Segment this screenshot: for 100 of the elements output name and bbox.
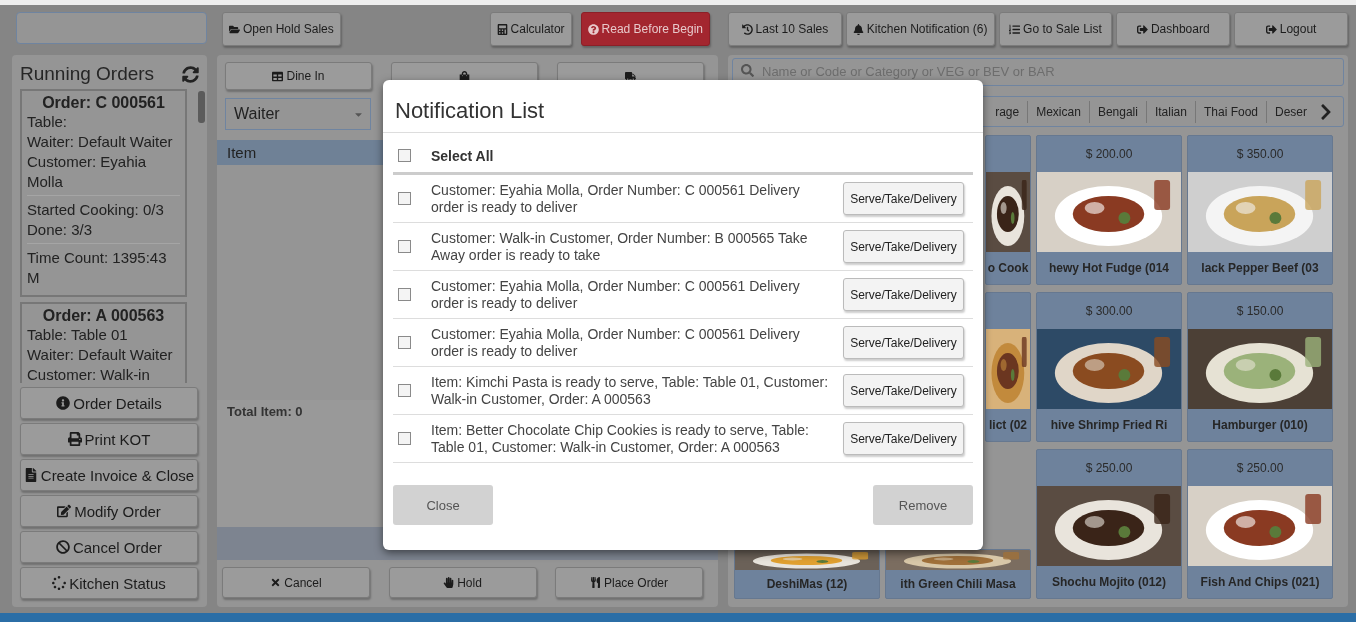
order-detail: Done: 3/3 [27, 220, 94, 240]
order-action-button[interactable]: Cancel Order [20, 531, 198, 563]
item-name: DeshiMas (12) [765, 576, 849, 593]
item-name: Shochu Mojito (012) [1051, 574, 1167, 591]
order-action-button[interactable]: Create Invoice & Close [20, 459, 198, 491]
category-tab[interactable]: Mexican [1027, 100, 1089, 123]
checkbox[interactable] [398, 149, 411, 162]
item-price: $ 300.00 [1084, 303, 1134, 320]
order-button[interactable]: Place Order [555, 567, 703, 598]
toolbar-button[interactable]: Read Before Begin [580, 12, 710, 46]
spinner-icon [52, 576, 67, 590]
dialog-title: Notification List [383, 80, 983, 133]
truck-icon [625, 71, 636, 82]
table-icon [272, 70, 284, 82]
item-price: $ 250.00 [1235, 460, 1285, 477]
item-name: lack Pepper Beef (03 [1200, 260, 1320, 277]
document-icon [23, 468, 38, 482]
toolbar-button[interactable]: Logout [1234, 12, 1348, 46]
item-price: $ 200.00 [1084, 146, 1134, 163]
menu-item-card[interactable]: lict (02 [985, 292, 1031, 442]
checkbox[interactable] [398, 240, 411, 253]
menu-item-card[interactable]: $ 350.00 lack Pepper Beef (03 [1187, 135, 1333, 285]
toolbar-button[interactable]: Kitchen Notification (6) [845, 12, 995, 46]
order-button[interactable]: Hold [388, 567, 537, 598]
close-icon [270, 577, 282, 588]
toolbar-button[interactable]: Calculator [489, 12, 572, 46]
order-card[interactable]: Order: C 000561 Table: Waiter: Default Waiter Customer: Eyahia Molla Started Cooking: 0/3 Done: 3/3 Time Count: 1395:43 M [20, 89, 187, 297]
dialog-button[interactable]: Remove [873, 485, 973, 525]
item-name: lict (02 [988, 417, 1028, 434]
item-price: $ 250.00 [1084, 460, 1134, 477]
notification-text: Customer: Eyahia Molla, Order Number: C 000561 Delivery order is ready to deliver [430, 181, 801, 216]
print-icon [67, 432, 82, 446]
menu-item-card[interactable]: $ 250.00 Fish And Chips (021) [1187, 449, 1333, 599]
toolbar-button[interactable]: Dashboard [1116, 12, 1231, 46]
item-name: hive Shrimp Fried Ri [1049, 417, 1169, 434]
category-tab[interactable]: Deser [1266, 100, 1315, 123]
toolbar-button[interactable]: Open Hold Sales [222, 12, 341, 46]
menu-item-card[interactable]: ith Green Chili Masa [885, 549, 1031, 599]
checkbox[interactable] [398, 192, 411, 205]
search-field[interactable] [16, 12, 207, 44]
order-action-button[interactable]: Print KOT [20, 423, 198, 455]
menu-item-card[interactable]: $ 250.00 Shochu Mojito (012) [1036, 449, 1182, 599]
category-tab[interactable]: rage [987, 100, 1028, 123]
checkbox[interactable] [398, 384, 411, 397]
checkbox[interactable] [398, 336, 411, 349]
menu-item-card[interactable]: DeshiMas (12) [734, 549, 880, 599]
hand-icon [443, 577, 455, 588]
history-icon [741, 23, 753, 35]
edit-icon [57, 504, 72, 518]
menu-item-card[interactable]: $ 300.00 hive Shrimp Fried Ri [1036, 292, 1182, 442]
refresh-icon[interactable] [182, 65, 199, 83]
item-price: $ 150.00 [1235, 303, 1285, 320]
utensils-icon [590, 577, 601, 588]
dialog-button[interactable]: Close [393, 485, 493, 525]
order-title: Order: C 000561 [41, 94, 166, 112]
order-detail: Waiter: Default Waiter [27, 345, 174, 365]
checkbox[interactable] [398, 288, 411, 301]
order-detail: Table: Table 01 [27, 325, 129, 345]
order-button[interactable]: Cancel [222, 567, 370, 598]
item-price: $ 350.00 [1235, 146, 1285, 163]
menu-item-card[interactable]: $ 200.00 hewy Hot Fudge (014 [1036, 135, 1182, 285]
order-action-button[interactable]: Kitchen Status [20, 567, 198, 599]
order-detail: Customer: Eyahia Molla [27, 152, 148, 192]
order-action-button[interactable]: Order Details [20, 387, 198, 419]
toolbar-button[interactable]: Last 10 Sales [728, 12, 842, 46]
menu-item-card[interactable]: o Cook [985, 135, 1031, 285]
checkbox[interactable] [398, 432, 411, 445]
info-icon [56, 396, 71, 410]
item-name: Fish And Chips (021) [1199, 574, 1321, 591]
scrollbar-thumb[interactable] [198, 91, 205, 123]
calculator-icon [496, 23, 508, 35]
notification-text: Customer: Eyahia Molla, Order Number: C 000561 Delivery order is ready to deliver [430, 325, 801, 360]
cancel-icon [55, 540, 70, 554]
serve-button[interactable]: Serve/Take/Delivery [843, 230, 964, 263]
order-title: Order: A 000563 [41, 307, 166, 325]
serve-button[interactable]: Serve/Take/Delivery [843, 278, 964, 311]
menu-item-card[interactable]: $ 150.00 Hamburger (010) [1187, 292, 1333, 442]
category-tab[interactable]: Italian [1145, 100, 1195, 123]
order-action-button[interactable]: Modify Order [20, 495, 198, 527]
select-all-label: Select All [430, 147, 494, 164]
order-detail: Customer: Walk-in [27, 365, 151, 383]
search-icon [741, 64, 754, 77]
category-tab[interactable]: Thai Food [1194, 100, 1266, 123]
notification-text: Customer: Eyahia Molla, Order Number: C 000561 Delivery order is ready to deliver [430, 277, 801, 312]
order-detail: Table: [27, 112, 69, 132]
item-name: hewy Hot Fudge (014 [1048, 260, 1170, 277]
serve-button[interactable]: Serve/Take/Delivery [843, 422, 964, 455]
item-name: o Cook [986, 260, 1030, 277]
order-detail: Time Count: 1395:43 M [27, 248, 168, 288]
panel-title: Running Orders [20, 63, 155, 85]
serve-button[interactable]: Serve/Take/Delivery [843, 374, 964, 407]
category-tab[interactable]: Bengali [1088, 100, 1146, 123]
waiter-select[interactable]: Waiter [225, 98, 371, 130]
toolbar-button[interactable]: Go to Sale List [998, 12, 1113, 46]
serve-button[interactable]: Serve/Take/Delivery [843, 326, 964, 359]
list-icon [1009, 23, 1021, 35]
order-detail: Started Cooking: 0/3 [27, 200, 165, 220]
order-type-button[interactable]: Dine In [225, 62, 372, 90]
serve-button[interactable]: Serve/Take/Delivery [843, 182, 964, 215]
exit-icon [1265, 23, 1277, 35]
